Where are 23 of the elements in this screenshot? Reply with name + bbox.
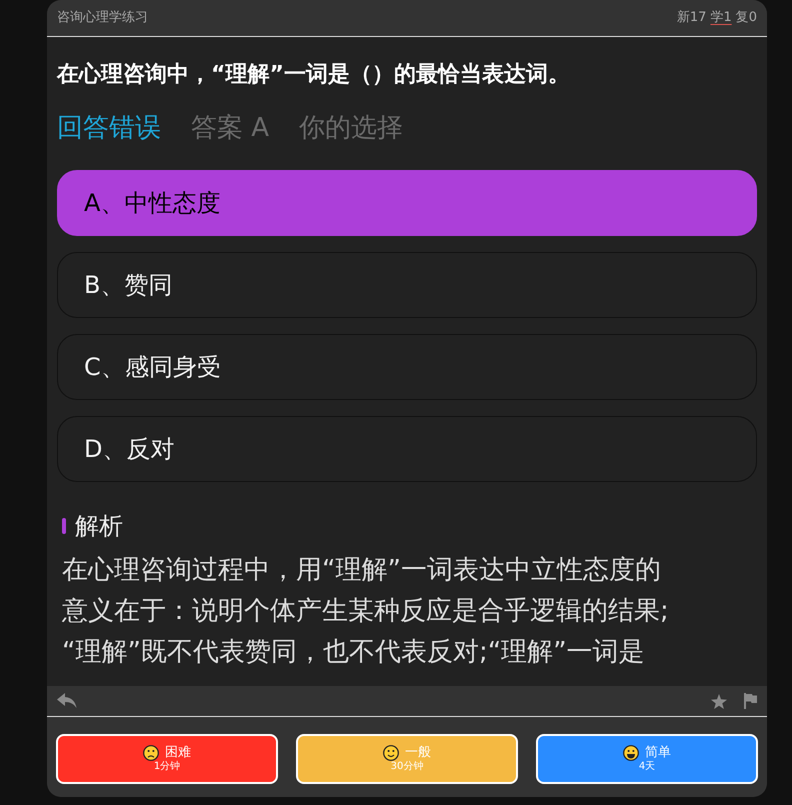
rating-button[interactable]: 困难 1分钟 bbox=[56, 734, 278, 784]
rating-button[interactable]: 简单 4天 bbox=[536, 734, 758, 784]
section-heading: 解析 bbox=[75, 511, 123, 542]
option-button[interactable]: C、感同身受 bbox=[57, 334, 757, 400]
option-button[interactable]: A、中性态度 bbox=[57, 170, 757, 236]
option-button[interactable]: D、反对 bbox=[57, 416, 757, 482]
option-button[interactable]: B、赞同 bbox=[57, 252, 757, 318]
accent-bar-icon bbox=[62, 518, 66, 534]
deck-title: 咨询心理学练习 bbox=[57, 9, 148, 28]
count-label: 学1 bbox=[710, 9, 732, 28]
grinning-face-icon bbox=[623, 745, 639, 761]
count-label: 新17 bbox=[676, 9, 706, 28]
explanation-text: 在心理咨询过程中，用“理解”一词表达中立性态度的意义在于：说明个体产生某种反应是合乎逻辑的结果;“理解”既不代表赞同，也不代表反对;“理解”一词是 bbox=[62, 554, 670, 669]
answer-label: 答案 A bbox=[191, 112, 270, 145]
star-icon[interactable] bbox=[711, 694, 727, 708]
count-label: 复0 bbox=[736, 9, 757, 28]
smiling-face-icon bbox=[383, 745, 399, 761]
undo-icon[interactable] bbox=[57, 693, 77, 709]
flag-icon[interactable] bbox=[744, 693, 757, 709]
result-label: 回答错误 bbox=[57, 112, 161, 145]
frowning-face-icon bbox=[143, 745, 159, 761]
question-text: 在心理咨询中，“理解”一词是（）的最恰当表达词。 bbox=[57, 60, 571, 89]
choice-label: 你的选择 bbox=[299, 112, 404, 145]
